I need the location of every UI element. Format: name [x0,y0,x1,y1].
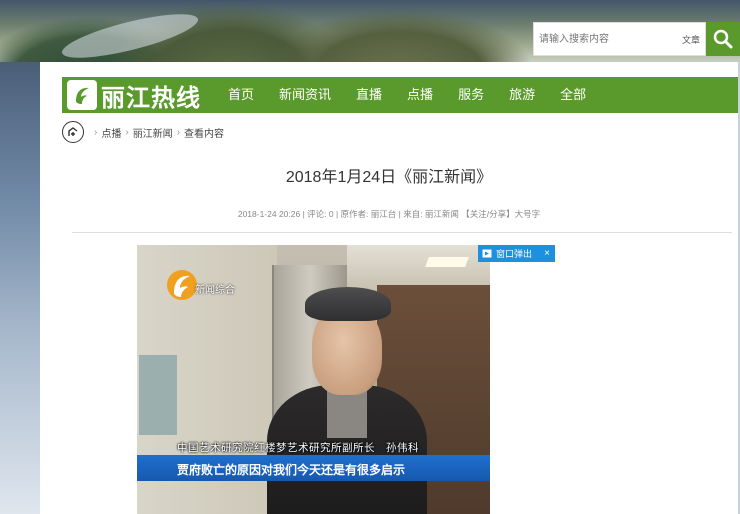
page-background [0,62,40,514]
site-logo[interactable]: 丽江热线 [67,80,201,112]
nav-item-services[interactable]: 服务 [458,77,484,113]
breadcrumb-current: 查看内容 [184,128,225,140]
article-meta: 2018-1-24 20:26 | 评论: 0 | 原作者: 丽江台 | 来自:… [237,209,541,219]
video-player[interactable]: 新闻综合 中国艺术研究院红楼梦艺术研究所副所长 孙伟科 贾府败亡的原因对我们今天… [137,245,490,514]
search-box[interactable]: 文章 [533,22,706,56]
logo-mark-icon [67,80,97,110]
home-icon[interactable] [62,121,84,143]
breadcrumb-separator: › [125,126,129,138]
nav-menu: 首页 新闻资讯 直播 点播 服务 旅游 全部 [228,77,611,113]
breadcrumb-lijiang-news[interactable]: 丽江新闻 [133,125,173,140]
nav-item-vod[interactable]: 点播 [407,77,433,113]
popout-label: 窗口弹出 [496,249,533,259]
popout-window-button[interactable]: 窗口弹出 × [478,245,555,262]
article-title: 2018年1月24日《丽江新闻》 [285,169,493,186]
breadcrumb-separator: › [94,126,98,138]
nav-item-all[interactable]: 全部 [560,77,586,113]
search-button[interactable] [706,22,740,56]
search-input[interactable] [534,23,674,55]
search-icon [713,29,733,49]
main-navbar: 丽江热线 首页 新闻资讯 直播 点播 服务 旅游 全部 [62,77,738,113]
video-caption-name: 中国艺术研究院红楼梦艺术研究所副所长 孙伟科 [177,442,419,454]
search-type-select[interactable]: 文章 [682,33,700,46]
breadcrumb: › 点播 › 丽江新闻 › 查看内容 [62,120,224,144]
logo-text: 丽江热线 [101,83,201,112]
nav-item-home[interactable]: 首页 [228,77,254,113]
video-caption-quote: 贾府败亡的原因对我们今天还是有很多启示 [177,463,406,477]
popout-icon [482,249,492,258]
breadcrumb-vod[interactable]: 点播 [101,125,121,140]
nav-item-travel[interactable]: 旅游 [509,77,535,113]
nav-item-live[interactable]: 直播 [356,77,382,113]
channel-label: 新闻综合 [195,285,235,296]
close-icon[interactable]: × [544,248,550,259]
nav-item-news[interactable]: 新闻资讯 [279,77,331,113]
divider [72,232,732,233]
breadcrumb-separator: › [176,126,181,138]
